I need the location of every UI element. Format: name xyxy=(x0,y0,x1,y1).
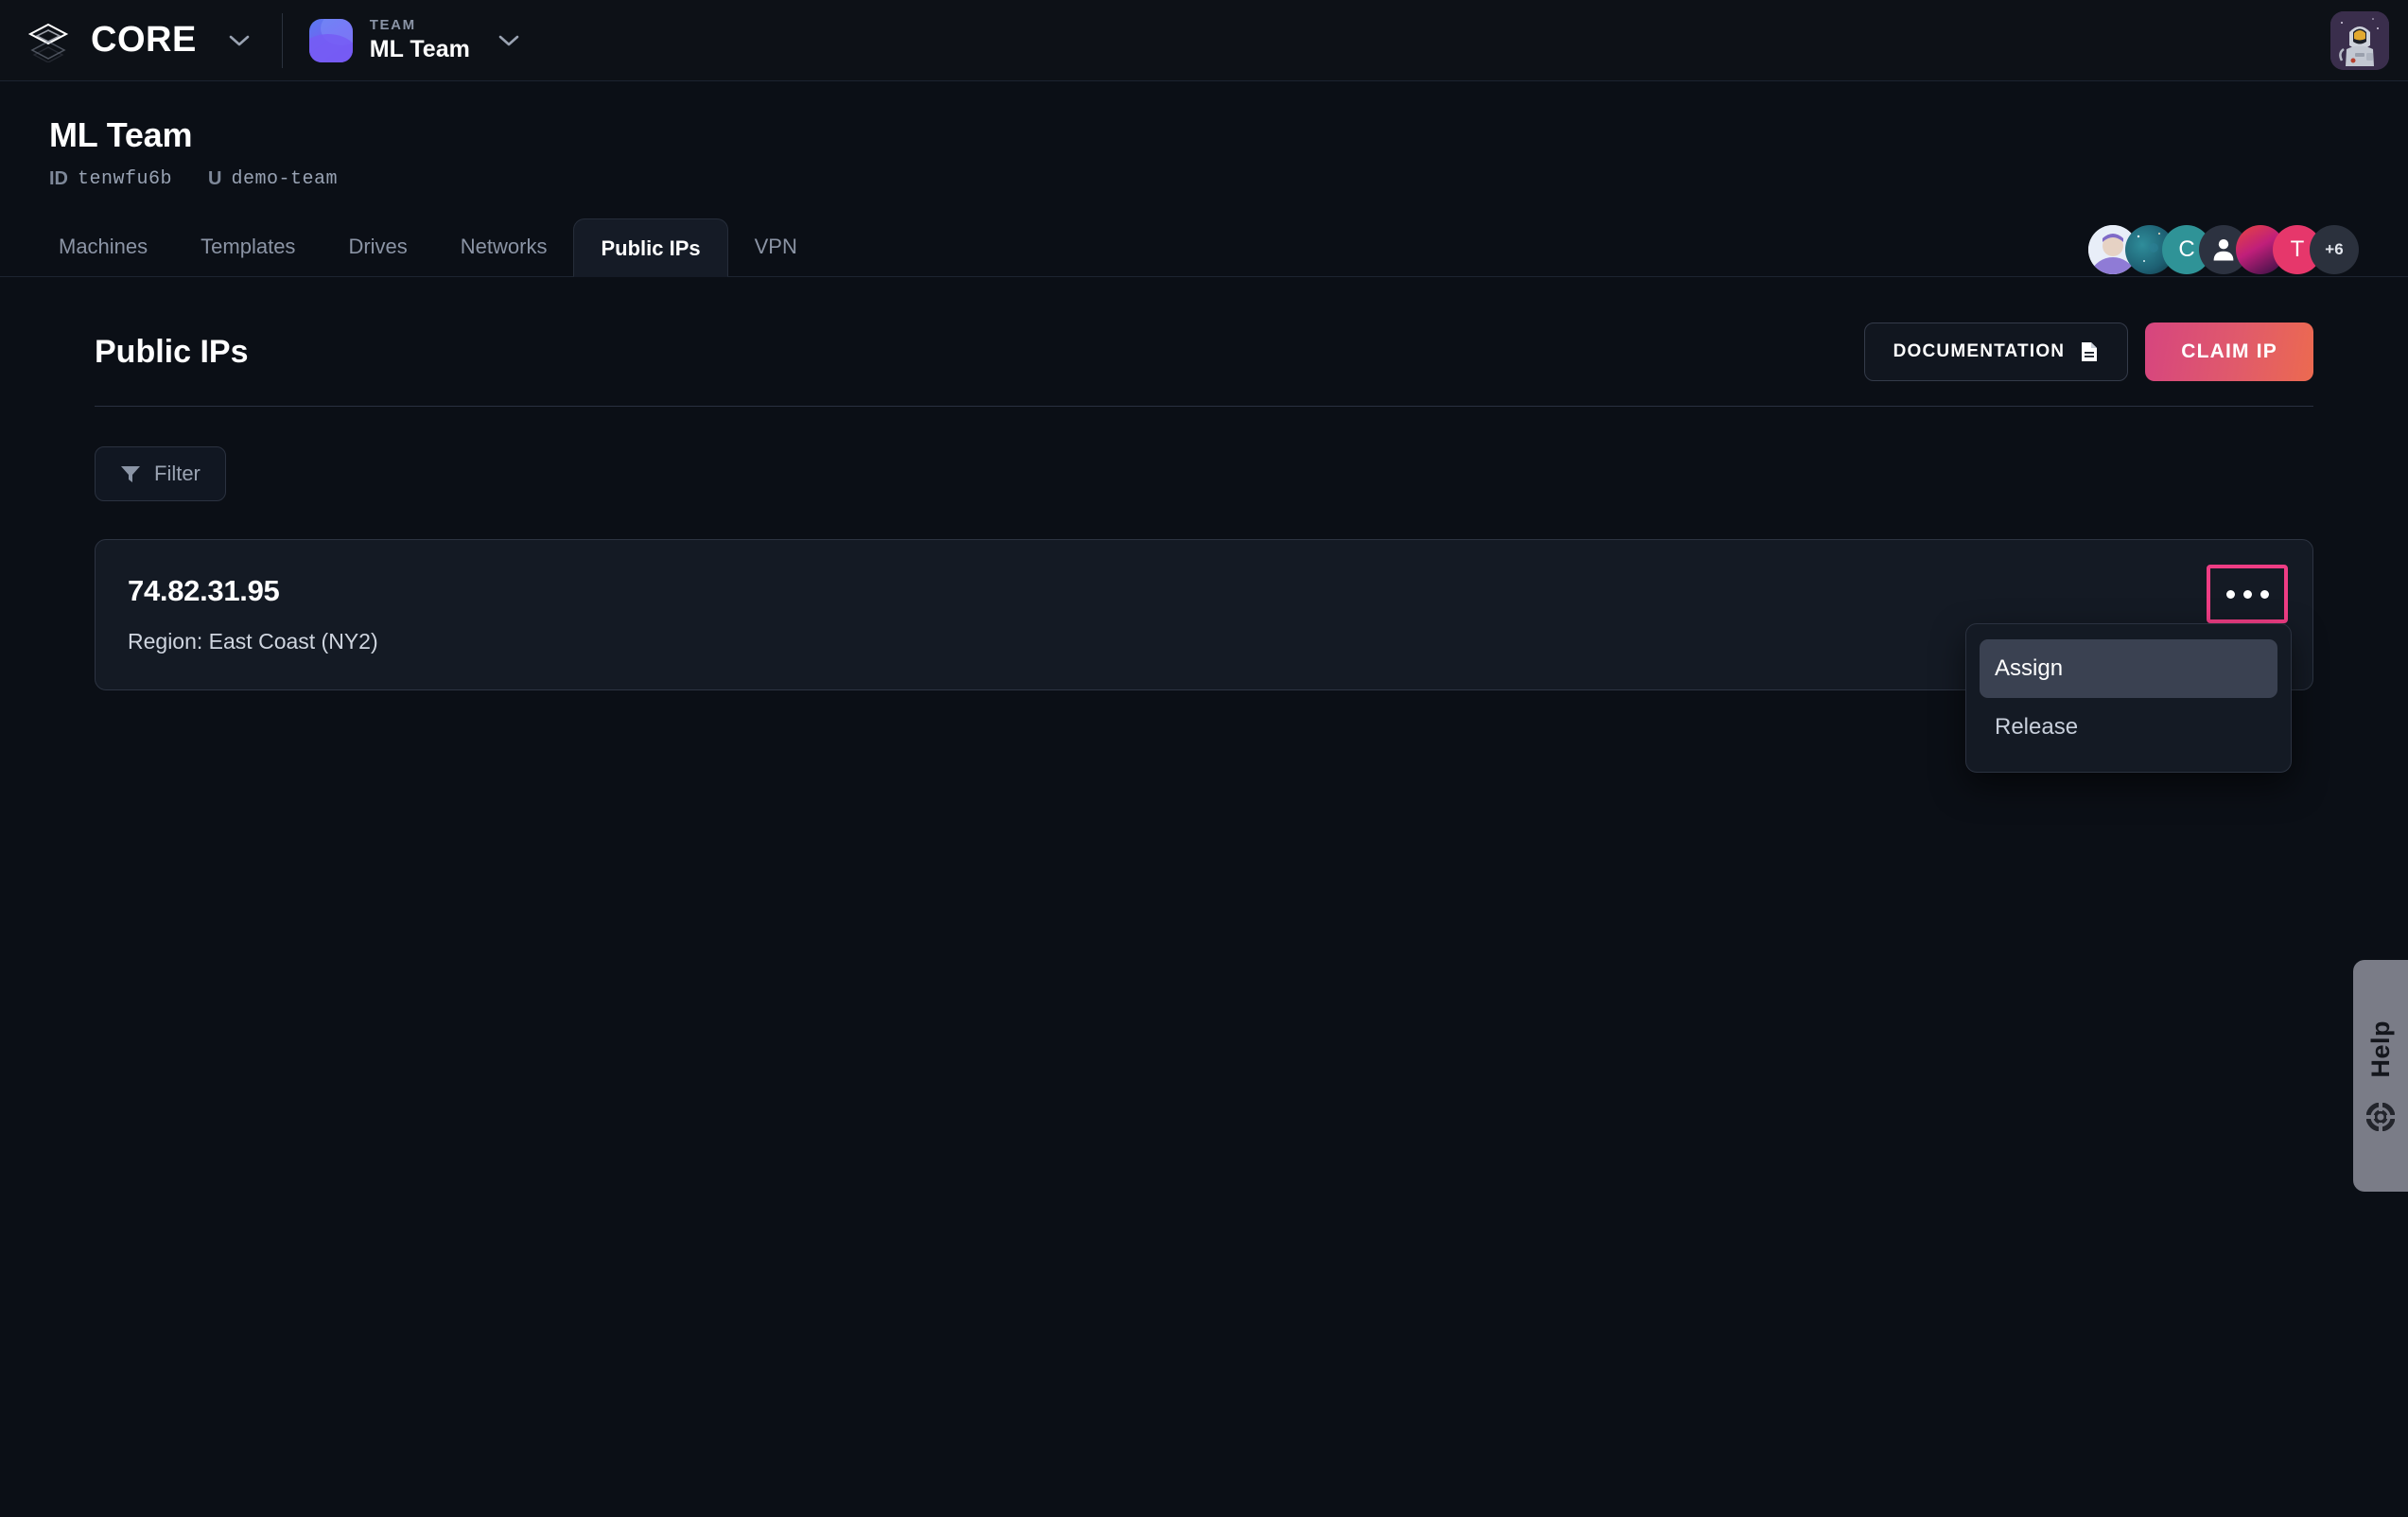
ip-overflow-menu-button[interactable] xyxy=(2207,565,2288,623)
person-icon xyxy=(2213,239,2234,261)
claim-ip-button[interactable]: CLAIM IP xyxy=(2145,323,2313,381)
user-avatar[interactable] xyxy=(2330,11,2389,70)
ip-context-menu: Assign Release xyxy=(1965,623,2292,773)
menu-item-assign[interactable]: Assign xyxy=(1980,639,2277,698)
tab-networks[interactable]: Networks xyxy=(434,218,574,276)
team-name: ML Team xyxy=(369,36,470,62)
section-header: Public IPs DOCUMENTATION CLAIM IP xyxy=(49,277,2359,381)
ip-region: Region: East Coast (NY2) xyxy=(128,629,378,654)
ip-address: 74.82.31.95 xyxy=(128,574,280,607)
member-avatar-group[interactable]: C T +6 xyxy=(2088,225,2359,274)
menu-item-release[interactable]: Release xyxy=(1980,698,2277,757)
team-switcher[interactable]: TEAM ML Team xyxy=(308,16,519,63)
ellipsis-dot xyxy=(2225,589,2235,599)
topbar-divider xyxy=(281,12,283,68)
tab-public-ips[interactable]: Public IPs xyxy=(573,218,728,277)
section-actions: DOCUMENTATION CLAIM IP xyxy=(1863,323,2313,381)
brand-name: CORE xyxy=(91,20,197,60)
lifebuoy-icon xyxy=(2366,1102,2395,1131)
claim-ip-button-label: CLAIM IP xyxy=(2181,340,2277,362)
documentation-button[interactable]: DOCUMENTATION xyxy=(1863,323,2129,381)
section-divider xyxy=(95,406,2313,407)
public-ip-card: 74.82.31.95 Region: East Coast (NY2) Ass… xyxy=(95,539,2313,773)
team-id-value: tenwfu6b xyxy=(78,168,173,190)
document-icon xyxy=(2082,342,2098,361)
funnel-icon xyxy=(121,466,140,482)
help-tab[interactable]: Help xyxy=(2353,960,2408,1192)
chevron-down-icon[interactable] xyxy=(498,34,519,46)
filter-button[interactable]: Filter xyxy=(95,446,226,501)
chevron-down-icon[interactable] xyxy=(229,34,250,46)
team-url-value: demo-team xyxy=(231,168,338,190)
section-title: Public IPs xyxy=(95,333,249,370)
team-label: TEAM xyxy=(369,16,416,33)
ellipsis-dot xyxy=(2260,589,2269,599)
tab-vpn[interactable]: VPN xyxy=(728,218,824,276)
page-title: ML Team xyxy=(49,115,193,154)
avatar-overflow-count[interactable]: +6 xyxy=(2310,225,2359,274)
astronaut-avatar-icon xyxy=(2330,11,2389,70)
tab-drives[interactable]: Drives xyxy=(322,218,433,276)
team-url-key: U xyxy=(208,168,222,189)
filter-button-label: Filter xyxy=(154,462,201,485)
help-label: Help xyxy=(2365,1020,2395,1078)
tab-machines[interactable]: Machines xyxy=(32,218,174,276)
documentation-button-label: DOCUMENTATION xyxy=(1893,341,2066,361)
stacked-layers-logo-icon xyxy=(27,23,69,62)
ellipsis-dot xyxy=(2242,589,2252,599)
team-meta: ID tenwfu6b U demo-team xyxy=(49,168,2408,190)
tab-templates[interactable]: Templates xyxy=(174,218,322,276)
top-navigation-bar: CORE TEAM ML Team xyxy=(0,0,2408,81)
team-gradient-icon xyxy=(308,18,353,62)
page-header: ML Team ID tenwfu6b U demo-team C T +6 xyxy=(0,81,2408,274)
section-tabs: Machines Templates Drives Networks Publi… xyxy=(0,218,2408,277)
main-content: Public IPs DOCUMENTATION CLAIM IP Filter xyxy=(0,277,2408,773)
team-id-key: ID xyxy=(49,168,68,189)
brand-area[interactable]: CORE xyxy=(26,0,250,80)
